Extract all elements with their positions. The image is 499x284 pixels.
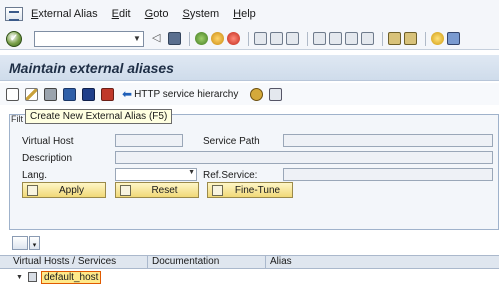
cancel-icon[interactable] [227,32,240,45]
ref-service-label: Ref.Service: [203,170,258,181]
toolbar-separator [382,31,383,46]
description-label: Description [22,153,73,164]
application-toolbar: ⬅ HTTP service hierarchy [0,83,499,105]
menu-help[interactable]: Help [233,8,256,20]
toolbar-separator [307,31,308,46]
ref-service-field[interactable] [283,168,493,181]
delete-trash-icon[interactable] [44,87,57,101]
customize-layout-icon[interactable] [447,32,460,45]
virtual-host-field[interactable] [115,134,183,147]
tooltip: Create New External Alias (F5) [25,109,173,124]
menu-bar: External Alias Edit Goto System Help [0,0,499,28]
toolbar-separator [189,31,190,46]
menu-system[interactable]: System [182,8,219,20]
find-icon[interactable] [270,32,283,45]
host-node-icon [27,272,37,282]
language-select[interactable]: ▼ [115,168,197,181]
back-icon[interactable] [195,32,208,45]
back-arrow-icon[interactable]: ◁ [152,32,165,45]
service-path-field[interactable] [283,134,493,147]
filter-reset-icon [120,184,131,196]
fine-tune-button-label: Fine-Tune [234,184,281,196]
system-menu-icon[interactable] [5,7,23,21]
menu-goto[interactable]: Goto [145,8,169,20]
new-session-icon[interactable] [388,32,401,45]
create-icon[interactable] [6,87,19,101]
chevron-down-icon[interactable]: ▼ [188,169,195,176]
apply-button[interactable]: Apply [22,182,106,198]
system-toolbar: ✓ ▼ ◁ [0,28,499,50]
edit-pencil-icon[interactable] [25,87,38,101]
fine-tune-button[interactable]: Fine-Tune [207,182,293,198]
filter-funnel-icon [27,184,38,196]
service-path-label: Service Path [203,136,260,147]
next-page-icon[interactable] [345,32,358,45]
http-service-hierarchy-button[interactable]: ⬅ HTTP service hierarchy [122,87,238,101]
save-icon[interactable] [168,32,181,45]
toolbar-separator [248,31,249,46]
previous-page-icon[interactable] [329,32,342,45]
menu-edit[interactable]: Edit [112,8,131,20]
command-field[interactable]: ▼ [34,30,144,47]
print-icon[interactable] [254,32,267,45]
key-icon[interactable] [250,87,264,101]
expand-triangle-icon[interactable]: ▼ [16,274,23,281]
info-icon[interactable] [82,87,95,101]
reset-button-label: Reset [151,184,178,196]
fine-tune-icon [212,184,223,196]
http-service-hierarchy-label: HTTP service hierarchy [134,88,239,100]
apply-button-label: Apply [58,184,84,196]
page-title: Maintain external aliases [9,59,174,76]
help-icon[interactable] [431,32,444,45]
virtual-host-label: Virtual Host [22,136,74,147]
shortcut-icon[interactable] [404,32,417,45]
menu-external-alias[interactable]: External Alias [31,8,98,20]
tree-toolbar: ▾ [12,236,40,250]
description-field[interactable] [115,151,493,164]
last-page-icon[interactable] [361,32,374,45]
language-label: Lang. [22,170,48,181]
first-page-icon[interactable] [313,32,326,45]
reset-button[interactable]: Reset [115,182,199,198]
exit-icon[interactable] [211,32,224,45]
find-next-icon[interactable] [286,32,299,45]
chevron-down-icon[interactable]: ▼ [131,32,143,46]
enter-check-icon[interactable]: ✓ [6,30,22,47]
transport-truck-icon[interactable] [101,87,114,101]
arrow-left-icon: ⬅ [122,87,133,101]
chevron-down-icon[interactable]: ▾ [29,236,40,250]
column-header-documentation[interactable]: Documentation [148,256,266,268]
column-header-alias[interactable]: Alias [266,256,499,268]
tree-node-label[interactable]: default_host [40,270,102,284]
refresh-icon[interactable] [63,87,76,101]
column-header-virtual-hosts[interactable]: Virtual Hosts / Services [0,256,148,268]
filter-frame-title: Filt [11,114,23,124]
hierarchy-icon[interactable] [269,87,283,101]
tree-row[interactable]: ▼ default_host [0,270,499,284]
tree-header: Virtual Hosts / Services Documentation A… [0,255,499,269]
tree-select-icon[interactable] [12,236,28,250]
title-bar: Maintain external aliases [0,55,499,81]
toolbar-separator [425,31,426,46]
